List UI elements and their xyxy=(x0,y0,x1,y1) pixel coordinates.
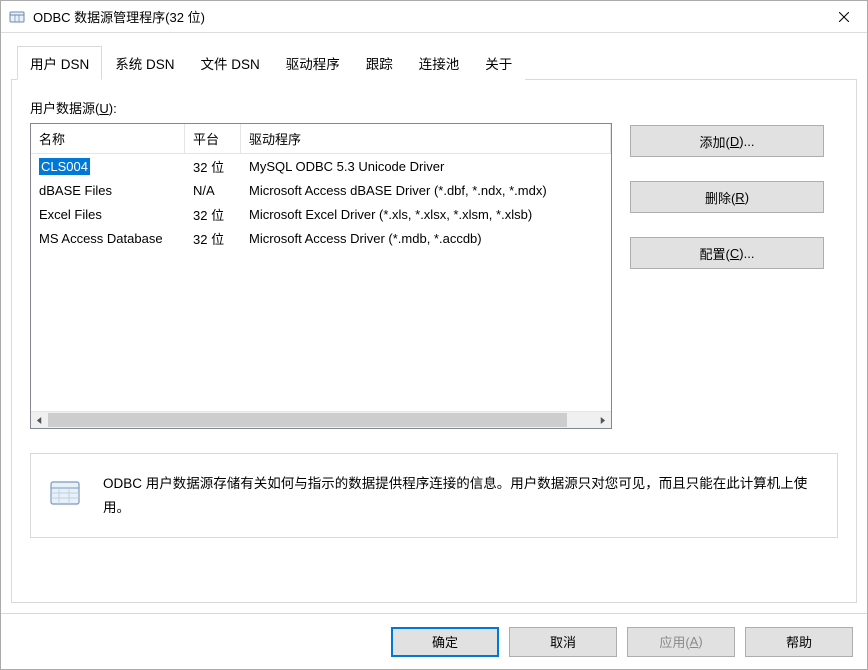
col-header-platform[interactable]: 平台 xyxy=(185,124,241,153)
section-label: 用户数据源(U): xyxy=(30,98,838,117)
tab-drivers[interactable]: 驱动程序 xyxy=(273,46,353,80)
table-row[interactable]: dBASE FilesN/AMicrosoft Access dBASE Dri… xyxy=(31,178,611,202)
tab-about[interactable]: 关于 xyxy=(472,46,525,80)
col-header-name[interactable]: 名称 xyxy=(31,124,185,153)
bottom-button-bar: 确定 取消 应用(A) 帮助 xyxy=(1,613,867,669)
table-row[interactable]: Excel Files32 位Microsoft Excel Driver (*… xyxy=(31,202,611,226)
tab-system-dsn[interactable]: 系统 DSN xyxy=(102,46,187,80)
close-button[interactable] xyxy=(821,1,867,33)
configure-button-prefix: 配置( xyxy=(700,244,730,263)
list-header: 名称 平台 驱动程序 xyxy=(31,124,611,154)
table-row[interactable]: CLS00432 位MySQL ODBC 5.3 Unicode Driver xyxy=(31,154,611,178)
tab-user-dsn[interactable]: 用户 DSN xyxy=(17,46,102,80)
app-icon xyxy=(9,9,25,25)
cell-name: Excel Files xyxy=(31,207,185,222)
cell-name: MS Access Database xyxy=(31,231,185,246)
remove-button-accel: R xyxy=(735,190,744,205)
window-title: ODBC 数据源管理程序(32 位) xyxy=(33,7,821,26)
apply-button-suffix: ) xyxy=(698,634,702,649)
col-header-driver[interactable]: 驱动程序 xyxy=(241,124,611,153)
cell-driver: Microsoft Access Driver (*.mdb, *.accdb) xyxy=(241,231,611,246)
cell-name: CLS004 xyxy=(31,158,185,175)
tabstrip: 用户 DSN 系统 DSN 文件 DSN 驱动程序 跟踪 连接池 关于 xyxy=(11,45,857,80)
scroll-right-arrow-icon[interactable] xyxy=(594,412,611,428)
section-label-prefix: 用户数据源( xyxy=(30,101,99,116)
cell-driver: MySQL ODBC 5.3 Unicode Driver xyxy=(241,159,611,174)
section-label-suffix: ): xyxy=(109,101,117,116)
configure-button[interactable]: 配置(C)... xyxy=(630,237,824,269)
cell-platform: 32 位 xyxy=(185,157,241,176)
scroll-track[interactable] xyxy=(48,412,594,428)
info-icon xyxy=(49,476,81,508)
info-panel: ODBC 用户数据源存储有关如何与指示的数据提供程序连接的信息。用户数据源只对您… xyxy=(30,453,838,538)
help-button[interactable]: 帮助 xyxy=(745,627,853,657)
cell-name: dBASE Files xyxy=(31,183,185,198)
cell-driver: Microsoft Access dBASE Driver (*.dbf, *.… xyxy=(241,183,611,198)
side-button-column: 添加(D)... 删除(R) 配置(C)... xyxy=(630,123,824,269)
ok-button[interactable]: 确定 xyxy=(391,627,499,657)
client-area: 用户 DSN 系统 DSN 文件 DSN 驱动程序 跟踪 连接池 关于 用户数据… xyxy=(1,33,867,613)
data-source-list[interactable]: 名称 平台 驱动程序 CLS00432 位MySQL ODBC 5.3 Unic… xyxy=(30,123,612,429)
main-row: 名称 平台 驱动程序 CLS00432 位MySQL ODBC 5.3 Unic… xyxy=(30,123,838,429)
apply-button-prefix: 应用( xyxy=(659,632,689,651)
table-row[interactable]: MS Access Database32 位Microsoft Access D… xyxy=(31,226,611,250)
apply-button[interactable]: 应用(A) xyxy=(627,627,735,657)
configure-button-suffix: )... xyxy=(739,246,754,261)
close-icon xyxy=(839,12,849,22)
cell-platform: 32 位 xyxy=(185,205,241,224)
apply-button-accel: A xyxy=(690,634,699,649)
add-button-suffix: )... xyxy=(739,134,754,149)
cell-platform: 32 位 xyxy=(185,229,241,248)
titlebar: ODBC 数据源管理程序(32 位) xyxy=(1,1,867,33)
tab-file-dsn[interactable]: 文件 DSN xyxy=(188,46,273,80)
add-button-accel: D xyxy=(730,134,739,149)
window: ODBC 数据源管理程序(32 位) 用户 DSN 系统 DSN 文件 DSN … xyxy=(0,0,868,670)
configure-button-accel: C xyxy=(730,246,739,261)
scroll-thumb[interactable] xyxy=(48,413,567,427)
add-button-prefix: 添加( xyxy=(700,132,730,151)
tab-pooling[interactable]: 连接池 xyxy=(406,46,473,80)
list-body: CLS00432 位MySQL ODBC 5.3 Unicode Driverd… xyxy=(31,154,611,411)
remove-button[interactable]: 删除(R) xyxy=(630,181,824,213)
section-label-accel: U xyxy=(99,101,108,116)
remove-button-suffix: ) xyxy=(745,190,749,205)
add-button[interactable]: 添加(D)... xyxy=(630,125,824,157)
scroll-left-arrow-icon[interactable] xyxy=(31,412,48,428)
cancel-button[interactable]: 取消 xyxy=(509,627,617,657)
info-text: ODBC 用户数据源存储有关如何与指示的数据提供程序连接的信息。用户数据源只对您… xyxy=(103,472,819,519)
tab-content: 用户数据源(U): 名称 平台 驱动程序 CLS00432 位MySQL ODB… xyxy=(11,80,857,603)
cell-platform: N/A xyxy=(185,183,241,198)
cell-driver: Microsoft Excel Driver (*.xls, *.xlsx, *… xyxy=(241,207,611,222)
tab-tracing[interactable]: 跟踪 xyxy=(353,46,406,80)
remove-button-prefix: 删除( xyxy=(705,188,735,207)
horizontal-scrollbar[interactable] xyxy=(31,411,611,428)
